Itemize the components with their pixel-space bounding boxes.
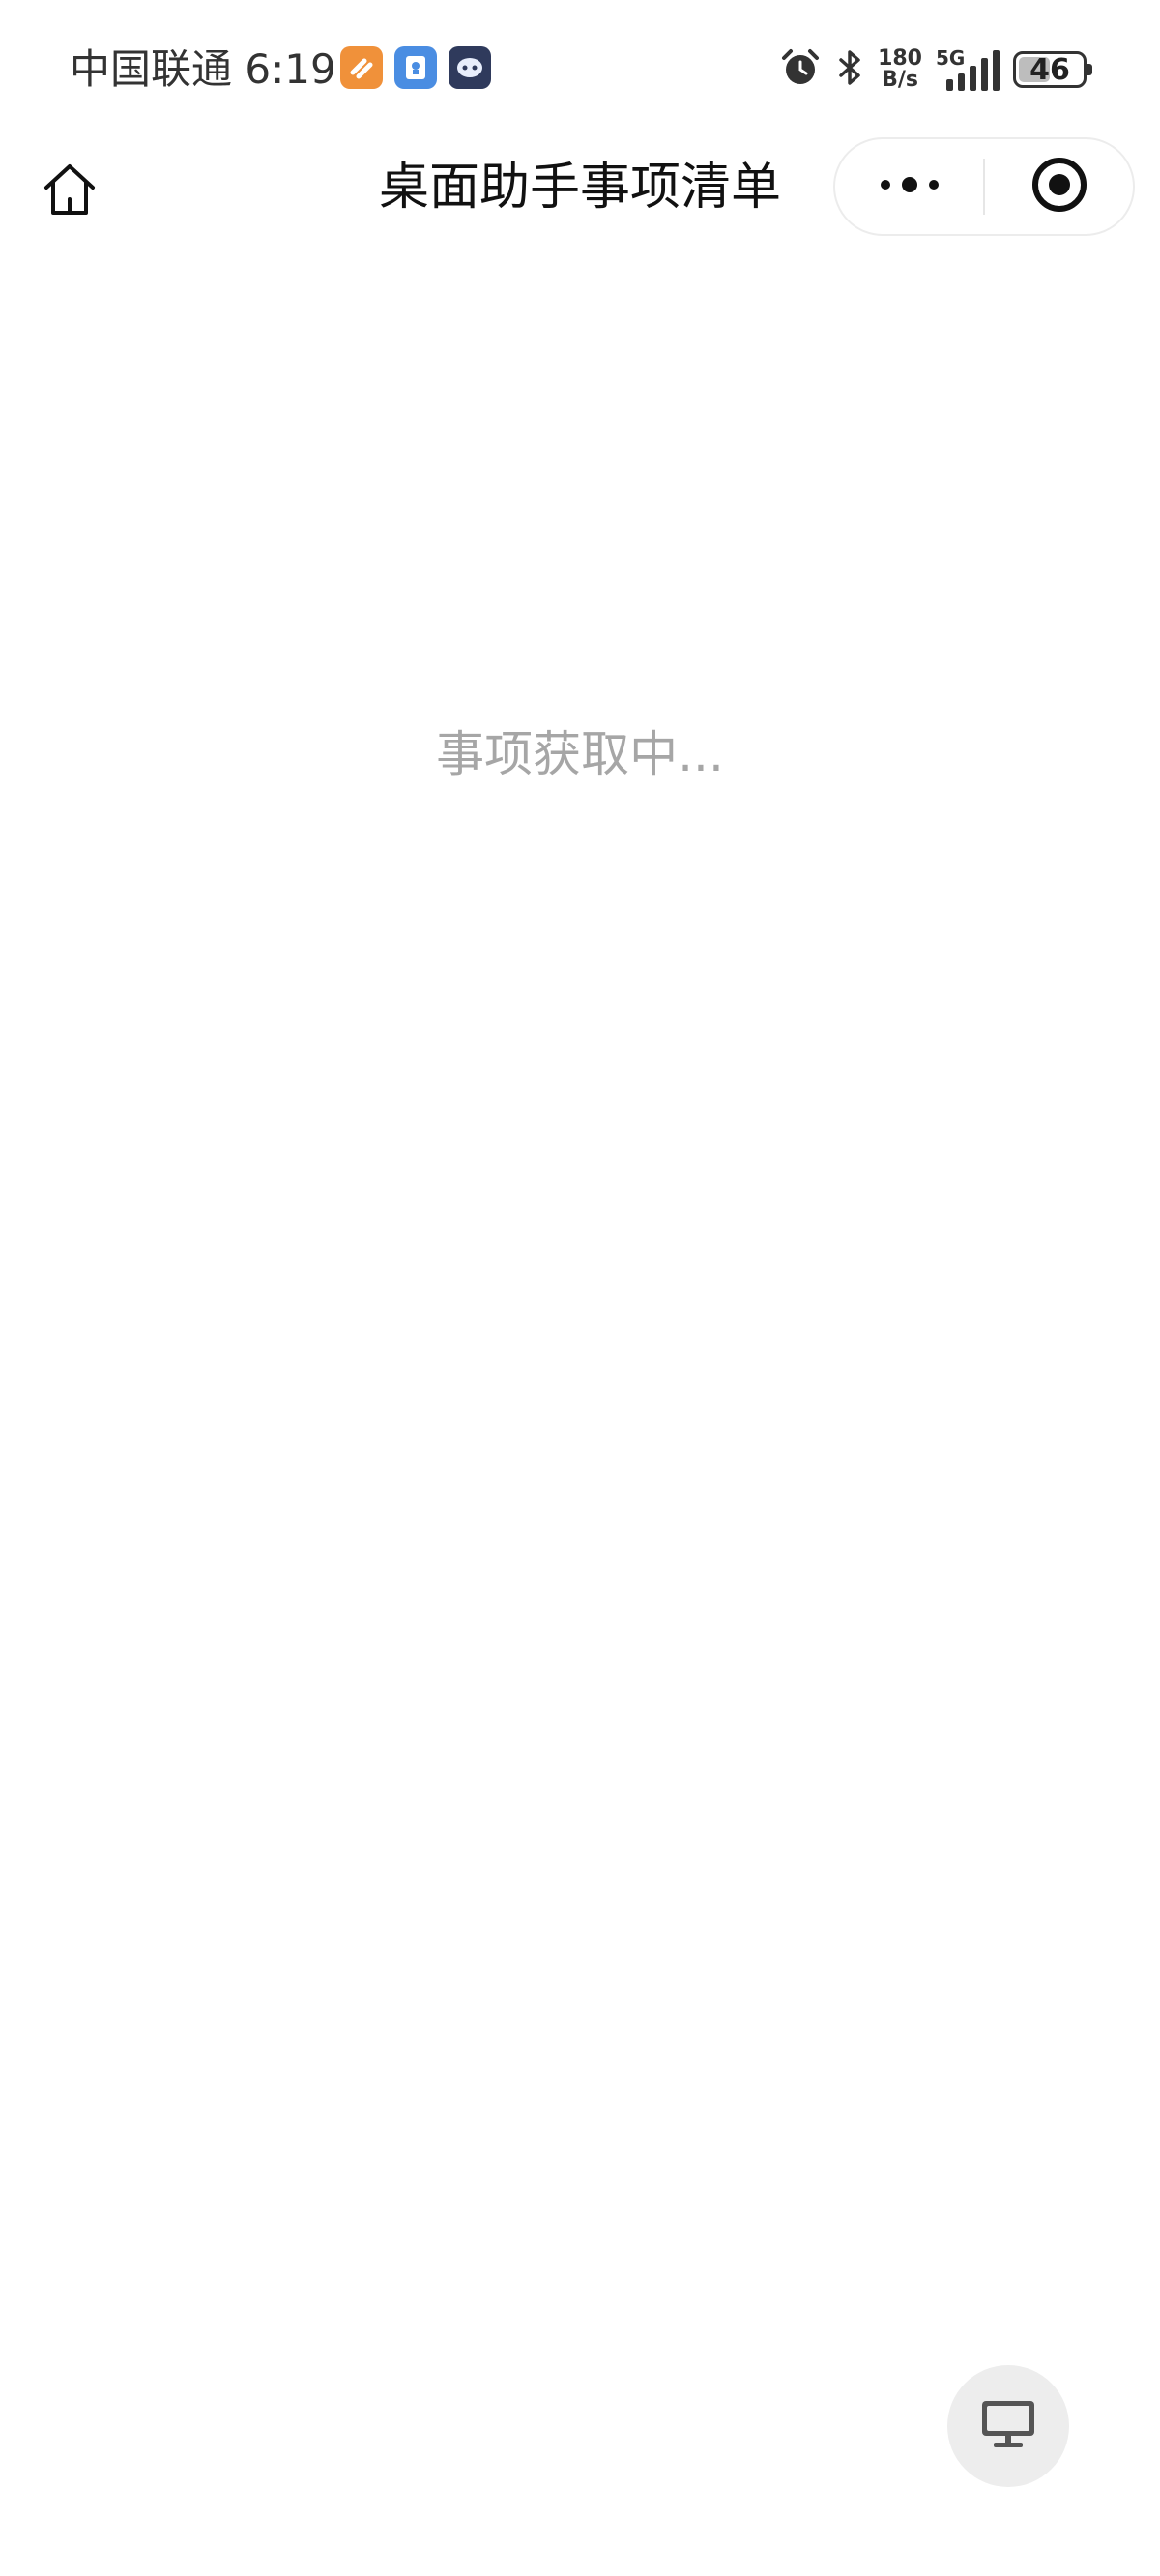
chat-bot-app-icon: [449, 46, 491, 89]
system-status-icons: 180 B/s 5G 46: [779, 43, 1092, 97]
nav-bar: 桌面助手事项清单: [0, 135, 1160, 240]
network-speed-unit: B/s: [882, 68, 918, 92]
more-dots-icon: [876, 173, 943, 200]
desktop-monitor-icon: [979, 2397, 1037, 2455]
page-title: 桌面助手事项清单: [378, 159, 781, 217]
alarm-clock-icon: [779, 46, 822, 93]
home-icon: [39, 159, 101, 224]
orange-app-icon: [340, 46, 383, 89]
target-circle-icon: [1030, 156, 1088, 218]
close-button[interactable]: [985, 139, 1133, 234]
blue-app-icon: [394, 46, 437, 89]
desktop-float-button[interactable]: [947, 2365, 1069, 2487]
more-button[interactable]: [835, 139, 983, 234]
network-speed-value: 180: [878, 46, 922, 71]
battery-level: 46: [1030, 52, 1070, 87]
bluetooth-icon: [835, 46, 864, 93]
notification-icons: [340, 46, 491, 89]
battery-icon: 46: [1013, 51, 1092, 88]
status-bar: 中国联通 6:19 180 B/s 5G 46: [0, 0, 1160, 135]
network-type-label: 5G: [936, 46, 966, 70]
loading-message: 事项获取中...: [436, 726, 724, 782]
network-speed: 180 B/s: [878, 48, 922, 91]
home-button[interactable]: [35, 157, 104, 226]
mini-program-capsule: [833, 137, 1135, 236]
signal-strength-icon: 5G: [936, 46, 1000, 91]
carrier-and-time: 中国联通 6:19: [70, 45, 336, 93]
